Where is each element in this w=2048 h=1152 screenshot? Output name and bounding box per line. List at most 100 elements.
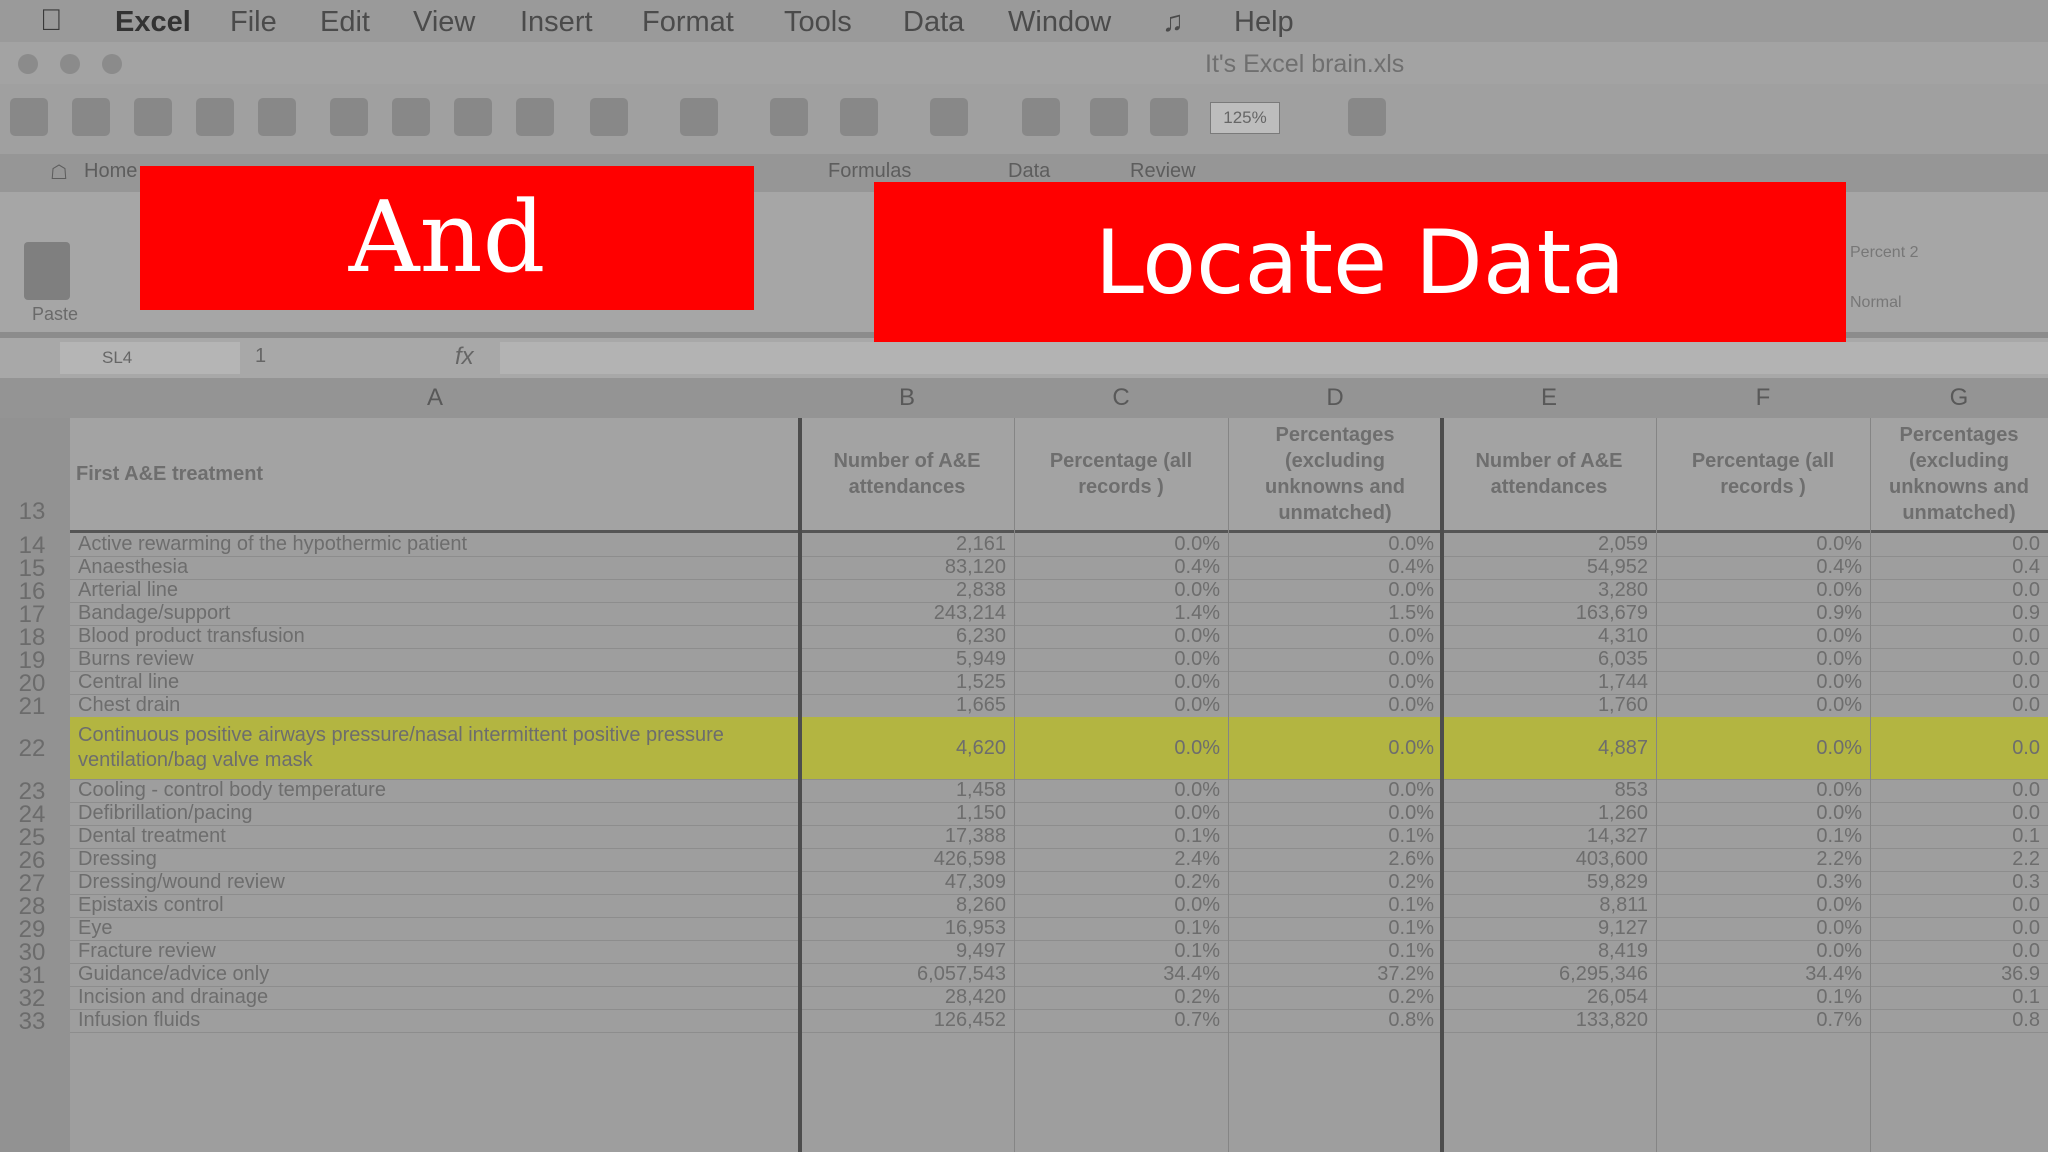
treatment-cell[interactable]: Eye <box>70 917 800 940</box>
value-cell[interactable]: 0.1% <box>1014 825 1228 848</box>
value-cell[interactable]: 0.8 <box>1870 1009 2048 1032</box>
templates-icon[interactable] <box>72 98 110 136</box>
value-cell[interactable]: 0.8% <box>1228 1009 1442 1032</box>
value-cell[interactable]: 0.0 <box>1870 579 2048 602</box>
treatment-cell[interactable]: Dressing <box>70 848 800 871</box>
value-cell[interactable]: 17,388 <box>800 825 1014 848</box>
value-cell[interactable]: 0.0 <box>1870 694 2048 717</box>
value-cell[interactable]: 4,887 <box>1442 717 1656 779</box>
menu-edit[interactable]: Edit <box>320 6 370 39</box>
value-cell[interactable]: 0.0% <box>1228 717 1442 779</box>
value-cell[interactable]: 8,260 <box>800 894 1014 917</box>
value-cell[interactable]: 9,497 <box>800 940 1014 963</box>
value-cell[interactable]: 0.0% <box>1656 779 1870 802</box>
paste-icon[interactable] <box>454 98 492 136</box>
script-icon[interactable]: ♫ <box>1162 6 1184 39</box>
value-cell[interactable]: 34.4% <box>1014 963 1228 986</box>
value-cell[interactable]: 0.0% <box>1656 894 1870 917</box>
value-cell[interactable]: 1.4% <box>1014 602 1228 625</box>
fx-icon[interactable]: fx <box>455 343 474 371</box>
value-cell[interactable]: 1,760 <box>1442 694 1656 717</box>
value-cell[interactable]: 36.9 <box>1870 963 2048 986</box>
value-cell[interactable]: 1,525 <box>800 671 1014 694</box>
value-cell[interactable]: 853 <box>1442 779 1656 802</box>
value-cell[interactable]: 0.0% <box>1014 671 1228 694</box>
value-cell[interactable]: 0.1% <box>1228 917 1442 940</box>
row-number[interactable]: 22 <box>0 735 64 763</box>
value-cell[interactable]: 0.0% <box>1014 717 1228 779</box>
value-cell[interactable]: 0.0% <box>1014 648 1228 671</box>
select-all-corner[interactable] <box>0 378 71 418</box>
value-cell[interactable]: 4,310 <box>1442 625 1656 648</box>
value-cell[interactable]: 0.1% <box>1228 894 1442 917</box>
header-cell[interactable]: Number of A&E attendances <box>1442 418 1656 530</box>
value-cell[interactable]: 0.0% <box>1014 579 1228 602</box>
value-cell[interactable]: 54,952 <box>1442 556 1656 579</box>
style-normal[interactable]: Normal <box>1850 294 1902 312</box>
treatment-cell[interactable]: Defibrillation/pacing <box>70 802 800 825</box>
column-header-d[interactable]: D <box>1228 378 1443 418</box>
redo-icon[interactable] <box>680 98 718 136</box>
formula-input[interactable] <box>500 342 2048 374</box>
value-cell[interactable]: 0.1% <box>1656 825 1870 848</box>
home-icon[interactable]: ☖ <box>50 160 68 185</box>
save-icon[interactable] <box>196 98 234 136</box>
value-cell[interactable]: 2.2% <box>1656 848 1870 871</box>
format-painter-icon[interactable] <box>516 98 554 136</box>
value-cell[interactable]: 16,953 <box>800 917 1014 940</box>
value-cell[interactable]: 0.0% <box>1228 671 1442 694</box>
value-cell[interactable]: 0.1% <box>1656 986 1870 1009</box>
value-cell[interactable]: 26,054 <box>1442 986 1656 1009</box>
value-cell[interactable]: 0.4 <box>1870 556 2048 579</box>
autosum-icon[interactable] <box>770 98 808 136</box>
value-cell[interactable]: 0.0 <box>1870 648 2048 671</box>
tab-home[interactable]: Home <box>84 160 137 183</box>
header-cell[interactable]: Percentages (excluding unknowns and unma… <box>1870 418 2048 530</box>
treatment-cell[interactable]: Active rewarming of the hypothermic pati… <box>70 533 800 556</box>
value-cell[interactable]: 8,811 <box>1442 894 1656 917</box>
value-cell[interactable]: 5,949 <box>800 648 1014 671</box>
value-cell[interactable]: 2,161 <box>800 533 1014 556</box>
value-cell[interactable]: 0.3% <box>1656 871 1870 894</box>
value-cell[interactable]: 126,452 <box>800 1009 1014 1032</box>
value-cell[interactable]: 6,295,346 <box>1442 963 1656 986</box>
treatment-cell[interactable]: Central line <box>70 671 800 694</box>
value-cell[interactable]: 0.0 <box>1870 940 2048 963</box>
value-cell[interactable]: 0.0% <box>1228 533 1442 556</box>
value-cell[interactable]: 0.0% <box>1656 717 1870 779</box>
name-box[interactable]: SL4 <box>60 342 240 374</box>
media-icon[interactable] <box>1150 98 1188 136</box>
tab-data[interactable]: Data <box>1008 160 1050 183</box>
treatment-cell[interactable]: Incision and drainage <box>70 986 800 1009</box>
value-cell[interactable]: 28,420 <box>800 986 1014 1009</box>
treatment-cell[interactable]: Guidance/advice only <box>70 963 800 986</box>
value-cell[interactable]: 0.0% <box>1014 694 1228 717</box>
treatment-cell[interactable]: Cooling - control body temperature <box>70 779 800 802</box>
menu-tools[interactable]: Tools <box>784 6 852 39</box>
menu-window[interactable]: Window <box>1008 6 1111 39</box>
value-cell[interactable]: 0.2% <box>1014 986 1228 1009</box>
gallery-icon[interactable] <box>1022 98 1060 136</box>
value-cell[interactable]: 0.0% <box>1656 940 1870 963</box>
value-cell[interactable]: 6,035 <box>1442 648 1656 671</box>
value-cell[interactable]: 0.0% <box>1656 694 1870 717</box>
filter-icon[interactable] <box>930 98 968 136</box>
tab-formulas[interactable]: Formulas <box>828 160 911 183</box>
header-cell[interactable]: Percentage (all records ) <box>1014 418 1228 530</box>
value-cell[interactable]: 2.2 <box>1870 848 2048 871</box>
treatment-cell[interactable]: Infusion fluids <box>70 1009 800 1032</box>
value-cell[interactable]: 2,838 <box>800 579 1014 602</box>
value-cell[interactable]: 2.6% <box>1228 848 1442 871</box>
value-cell[interactable]: 0.0% <box>1014 533 1228 556</box>
value-cell[interactable]: 0.1% <box>1014 917 1228 940</box>
value-cell[interactable]: 426,598 <box>800 848 1014 871</box>
sort-icon[interactable] <box>840 98 878 136</box>
print-icon[interactable] <box>258 98 296 136</box>
header-cell[interactable]: Number of A&E attendances <box>800 418 1014 530</box>
value-cell[interactable]: 0.0% <box>1656 579 1870 602</box>
menu-file[interactable]: File <box>230 6 277 39</box>
value-cell[interactable]: 0.0% <box>1656 625 1870 648</box>
value-cell[interactable]: 47,309 <box>800 871 1014 894</box>
value-cell[interactable]: 0.0% <box>1656 917 1870 940</box>
value-cell[interactable]: 4,620 <box>800 717 1014 779</box>
